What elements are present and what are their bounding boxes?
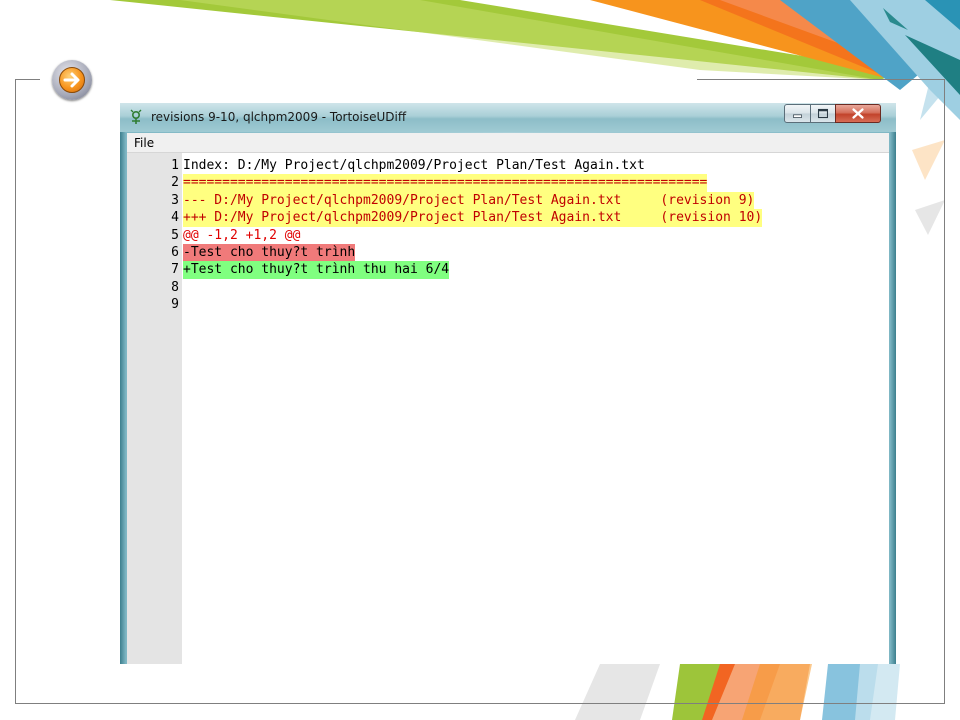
- close-icon: [852, 108, 864, 119]
- diff-line[interactable]: 2 =======================================…: [127, 174, 889, 192]
- line-number: 4: [171, 210, 179, 226]
- diff-line[interactable]: 8: [127, 279, 889, 296]
- minimize-icon: [793, 114, 802, 118]
- line-number: 7: [171, 262, 179, 278]
- menu-bar: File: [127, 133, 889, 153]
- line-number: 5: [171, 227, 179, 243]
- diff-line-text: +Test cho thuy?t trình thu hai 6/4: [183, 261, 450, 279]
- line-number: 8: [171, 279, 179, 295]
- diff-line[interactable]: 5 @@ -1,2 +1,2 @@: [127, 227, 889, 244]
- maximize-button[interactable]: [810, 104, 836, 123]
- minimize-button[interactable]: [784, 104, 811, 123]
- tortoise-icon: [130, 109, 142, 124]
- diff-line[interactable]: 1 Index: D:/My Project/qlchpm2009/Project…: [127, 157, 889, 174]
- line-number: 1: [171, 158, 179, 173]
- diff-line[interactable]: 7 +Test cho thuy?t trình thu hai 6/4: [127, 261, 889, 279]
- diff-line[interactable]: 9: [127, 296, 889, 313]
- maximize-icon: [817, 108, 829, 119]
- diff-view[interactable]: 1 Index: D:/My Project/qlchpm2009/Project…: [127, 153, 889, 664]
- arrow-right-icon[interactable]: [52, 60, 92, 100]
- diff-line-text: +++ D:/My Project/qlchpm2009/Project Pla…: [183, 209, 763, 227]
- diff-line[interactable]: 6 -Test cho thuy?t trình: [127, 243, 889, 262]
- slide-frame-edge: [697, 79, 945, 80]
- diff-line-text: -Test cho thuy?t trình: [183, 243, 356, 262]
- window-title: revisions 9-10, qlchpm2009 - TortoiseUDi…: [151, 110, 407, 124]
- line-number: 2: [171, 175, 179, 191]
- line-number: 6: [171, 244, 179, 260]
- tortoiseudiff-window: revisions 9-10, qlchpm2009 - TortoiseUDi…: [120, 103, 896, 664]
- diff-line[interactable]: 4 +++ D:/My Project/qlchpm2009/Project Pl…: [127, 209, 889, 227]
- menu-file[interactable]: File: [134, 136, 154, 150]
- diff-line-text: @@ -1,2 +1,2 @@: [183, 227, 301, 243]
- line-number: 3: [171, 192, 179, 208]
- diff-line-text: ========================================…: [183, 174, 708, 192]
- diff-lines: 1 Index: D:/My Project/qlchpm2009/Project…: [127, 157, 889, 314]
- slide-frame-edge: [15, 79, 40, 80]
- close-button[interactable]: [835, 104, 881, 123]
- title-bar[interactable]: revisions 9-10, qlchpm2009 - TortoiseUDi…: [120, 103, 896, 132]
- diff-line[interactable]: 3 --- D:/My Project/qlchpm2009/Project Pl…: [127, 191, 889, 210]
- diff-line-text: Index: D:/My Project/qlchpm2009/Project …: [183, 158, 645, 173]
- diff-line-text: --- D:/My Project/qlchpm2009/Project Pla…: [183, 191, 755, 210]
- line-number: 9: [171, 297, 179, 313]
